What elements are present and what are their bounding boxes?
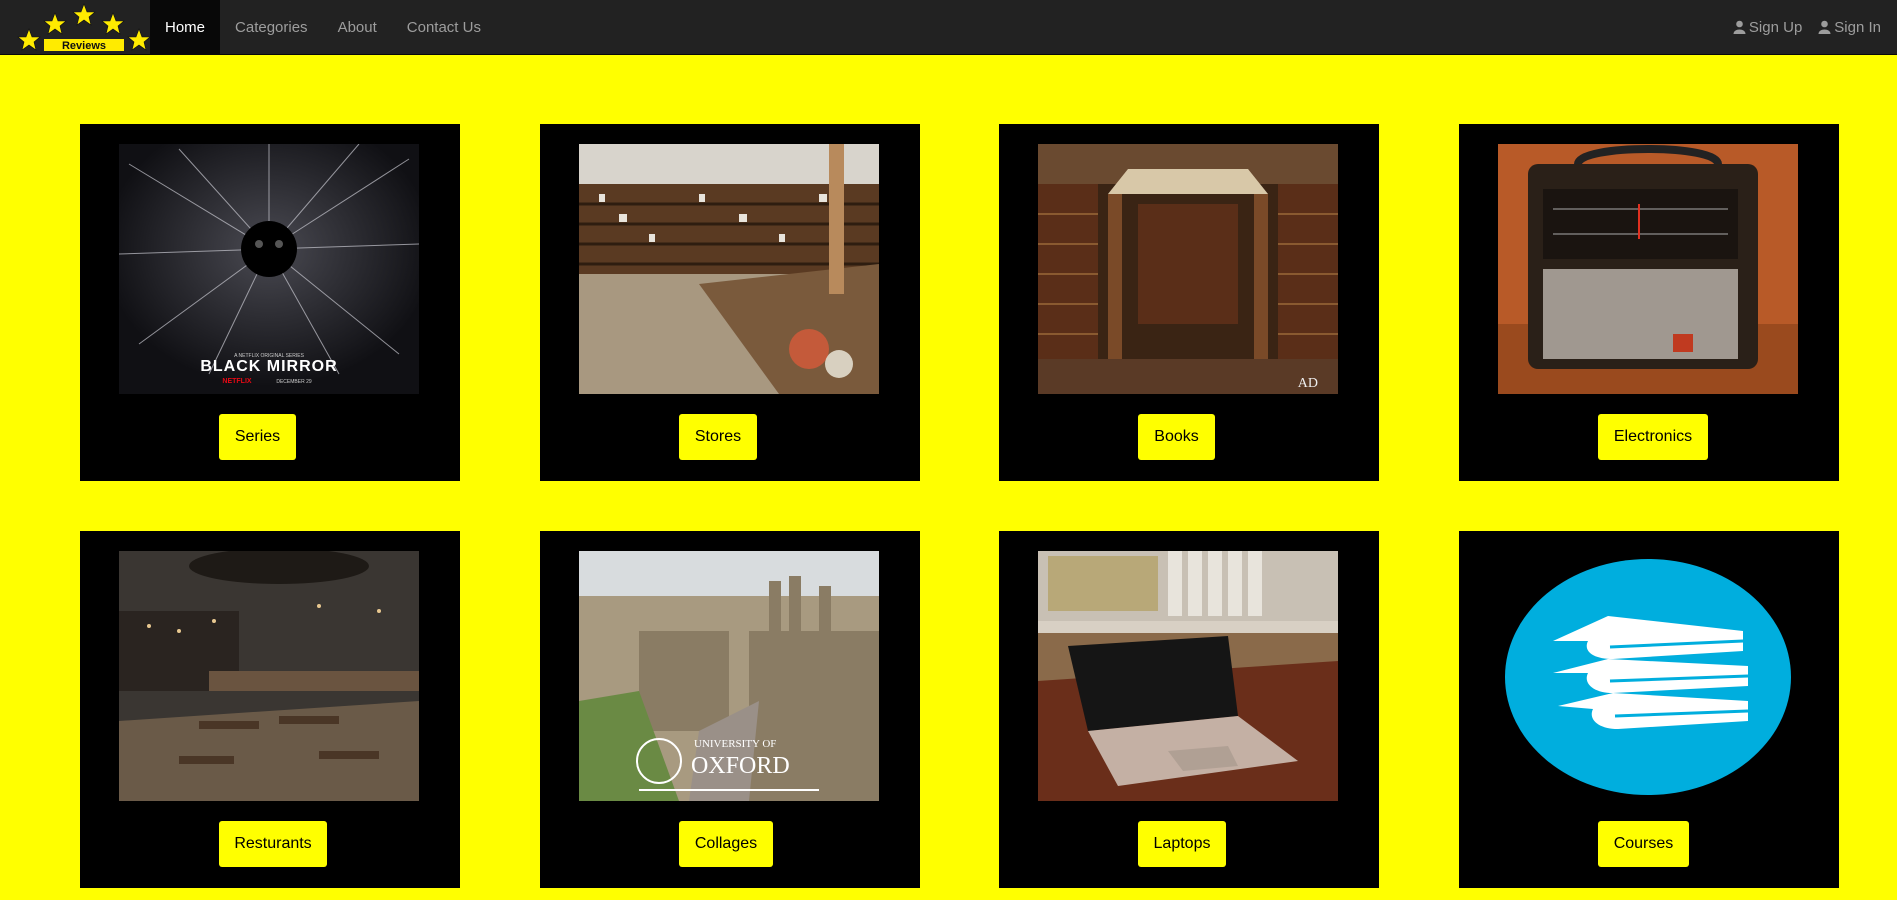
svg-text:AD: AD [1298, 376, 1318, 391]
brand-logo[interactable]: Reviews [0, 0, 151, 54]
laptops-image [1038, 551, 1338, 801]
user-icon [1733, 20, 1746, 34]
series-image: A NETFLIX ORIGINAL SERIES BLACK MIRROR N… [119, 144, 419, 394]
category-button-laptops[interactable]: Laptops [1138, 821, 1226, 867]
signup-label: Sign Up [1748, 18, 1803, 36]
category-card-laptops[interactable]: Laptops [999, 531, 1379, 888]
category-button-resturants[interactable]: Resturants [219, 821, 327, 867]
nav-signin[interactable]: Sign In [1810, 0, 1889, 54]
category-card-electronics[interactable]: Electronics [1459, 124, 1839, 481]
logo-text: Reviews [62, 40, 106, 52]
category-button-books[interactable]: Books [1138, 414, 1215, 460]
category-button-courses[interactable]: Courses [1598, 821, 1689, 867]
category-card-series[interactable]: A NETFLIX ORIGINAL SERIES BLACK MIRROR N… [80, 124, 460, 481]
nav-contact[interactable]: Contact Us [392, 0, 496, 54]
signin-label: Sign In [1834, 18, 1881, 36]
books-image: AD [1038, 144, 1338, 394]
resturants-image [119, 551, 419, 801]
category-card-resturants[interactable]: Resturants [80, 531, 460, 888]
electronics-image [1498, 144, 1798, 394]
category-button-series[interactable]: Series [219, 414, 296, 460]
nav-home[interactable]: Home [150, 0, 221, 54]
svg-text:NETFLIX: NETFLIX [222, 378, 251, 385]
user-icon [1818, 20, 1831, 34]
svg-text:OXFORD: OXFORD [691, 753, 790, 779]
books-stack-icon [1498, 551, 1798, 801]
category-button-collages[interactable]: Collages [679, 821, 773, 867]
top-navbar: Reviews Home Categories About Contact Us… [0, 0, 1897, 55]
svg-text:DECEMBER 29: DECEMBER 29 [276, 379, 312, 385]
nav-signup[interactable]: Sign Up [1725, 0, 1810, 54]
nav-about[interactable]: About [323, 0, 392, 54]
courses-image [1498, 551, 1798, 801]
nav-categories[interactable]: Categories [220, 0, 323, 54]
reviews-stars-logo: Reviews [17, 3, 151, 52]
collages-image: UNIVERSITY OF OXFORD [579, 551, 879, 801]
svg-text:BLACK MIRROR: BLACK MIRROR [200, 358, 337, 375]
category-card-courses[interactable]: Courses [1459, 531, 1839, 888]
category-button-stores[interactable]: Stores [679, 414, 757, 460]
category-button-electronics[interactable]: Electronics [1598, 414, 1708, 460]
stores-image [579, 144, 879, 394]
svg-text:UNIVERSITY OF: UNIVERSITY OF [694, 738, 776, 750]
category-card-stores[interactable]: Stores [540, 124, 920, 481]
category-card-collages[interactable]: UNIVERSITY OF OXFORD Collages [540, 531, 920, 888]
category-card-books[interactable]: AD Books [999, 124, 1379, 481]
